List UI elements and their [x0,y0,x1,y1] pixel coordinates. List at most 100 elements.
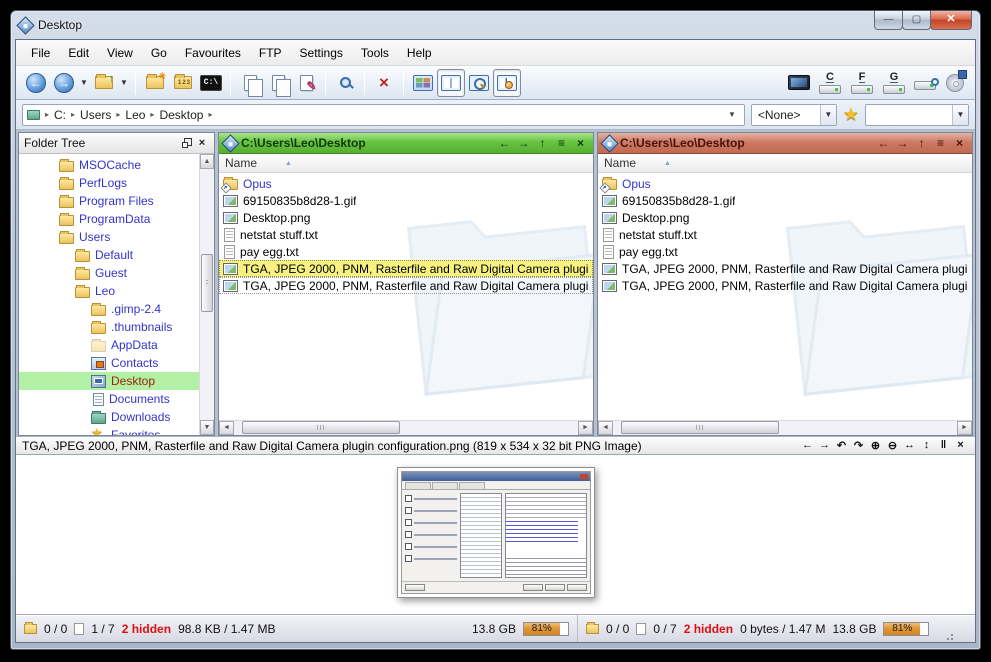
burn-button[interactable] [941,69,969,97]
favorites-star-icon[interactable]: ★ [843,104,859,125]
file-row[interactable]: Desktop.png [219,209,593,226]
drive-f-button[interactable]: F [847,69,877,97]
breadcrumb-segment[interactable]: ▸C: [40,108,66,122]
back-history-dropdown[interactable]: ▼ [78,69,90,97]
desktop-button[interactable] [785,69,813,97]
scroll-down-icon[interactable]: ▼ [200,420,214,435]
resize-grip[interactable] [942,630,954,642]
command-prompt-button[interactable]: C:\ [197,69,225,97]
pane-back-button[interactable]: ← [876,136,891,150]
pane-up-button[interactable]: ↑ [914,136,929,150]
pane-close-button[interactable]: × [573,136,588,150]
tree-item--gimp-2-4[interactable]: .gimp-2.4 [19,300,199,318]
pane-menu-button[interactable]: ≡ [554,136,569,150]
pane-forward-button[interactable]: → [895,136,910,150]
viewer-pane-button[interactable] [493,69,521,97]
find-panel-button[interactable] [465,69,493,97]
maximize-button[interactable]: ▢ [902,11,931,30]
scroll-left-icon[interactable]: ◄ [219,421,234,435]
file-row[interactable]: 69150835b8d28-1.gif [219,192,593,209]
scroll-right-icon[interactable]: ► [578,421,593,435]
go-up-button[interactable]: ↑ [90,69,118,97]
up-dropdown[interactable]: ▼ [118,69,130,97]
tree-item-default[interactable]: Default [19,246,199,264]
forward-button[interactable]: → [50,69,78,97]
menu-item-ftp[interactable]: FTP [250,43,291,63]
edit-button[interactable]: ✎ [292,69,320,97]
tree-item-users[interactable]: Users [19,228,199,246]
file-row[interactable]: TGA, JPEG 2000, PNM, Rasterfile and Raw … [219,277,593,294]
horizontal-scrollbar[interactable]: ◄► [219,420,593,435]
pane-forward-button[interactable]: → [516,136,531,150]
chevron-down-icon[interactable]: ▼ [952,105,968,125]
viewer-rotate-right-button[interactable]: ↷ [850,439,867,452]
file-row[interactable]: TGA, JPEG 2000, PNM, Rasterfile and Raw … [219,260,593,277]
path-breadcrumb[interactable]: ▸C:▸Users▸Leo▸Desktop▸▼ [22,104,745,126]
tree-item-desktop[interactable]: Desktop [19,372,199,390]
minimize-button[interactable]: — [874,11,903,30]
file-row[interactable]: TGA, JPEG 2000, PNM, Rasterfile and Raw … [598,277,972,294]
rename-button[interactable]: 123 [169,69,197,97]
menu-item-view[interactable]: View [98,43,142,63]
tree-item-contacts[interactable]: Contacts [19,354,199,372]
file-row[interactable]: TGA, JPEG 2000, PNM, Rasterfile and Raw … [598,260,972,277]
viewer-zoom-out-button[interactable]: ⊖ [884,439,901,452]
viewer-fit-button[interactable]: ↔ [901,439,918,452]
favorites-dropdown[interactable]: <None> ▼ [751,104,837,126]
pane-up-button[interactable]: ↑ [535,136,550,150]
tree-vertical-scrollbar[interactable]: ▲ ▼ [199,154,214,435]
scrollbar-thumb[interactable] [242,421,400,434]
thumbnails-view-button[interactable] [409,69,437,97]
menu-item-settings[interactable]: Settings [291,43,352,63]
tree-item--thumbnails[interactable]: .thumbnails [19,318,199,336]
menu-item-edit[interactable]: Edit [59,43,98,63]
tree-item-programdata[interactable]: ProgramData [19,210,199,228]
breadcrumb-segment[interactable]: ▸Leo [111,108,145,122]
column-header-name[interactable]: Name▲ [598,154,972,173]
find-drive-button[interactable] [911,69,939,97]
dual-pane-button[interactable] [437,69,465,97]
pane-header-source[interactable]: C:\Users\Leo\Desktop←→↑≡× [219,133,593,154]
scrollbar-track[interactable] [234,421,578,435]
viewer-rotate-left-button[interactable]: ↶ [833,439,850,452]
tree-item-msocache[interactable]: MSOCache [19,156,199,174]
menu-item-go[interactable]: Go [142,43,176,63]
chevron-down-icon[interactable]: ▼ [820,105,836,125]
pane-menu-button[interactable]: ≡ [933,136,948,150]
find-button[interactable] [331,69,359,97]
column-header-name[interactable]: Name▲ [219,154,593,173]
pane-close-button[interactable]: × [952,136,967,150]
new-folder-button[interactable]: ✳ [141,69,169,97]
close-tree-icon[interactable]: × [195,137,209,149]
viewer-zoom-in-button[interactable]: ⊕ [867,439,884,452]
tree-item-program-files[interactable]: Program Files [19,192,199,210]
scrollbar-thumb[interactable] [621,421,779,434]
delete-button[interactable]: × [370,69,398,97]
menu-item-tools[interactable]: Tools [352,43,398,63]
scrollbar-track[interactable] [613,421,957,435]
file-row[interactable]: Desktop.png [598,209,972,226]
viewer-next-button[interactable]: → [816,439,833,452]
file-row[interactable]: netstat stuff.txt [219,226,593,243]
viewer-close-button[interactable]: × [952,439,969,452]
tree-item-favorites[interactable]: Favorites [19,426,199,435]
close-button[interactable]: ✕ [930,11,972,30]
duplicate-button[interactable] [264,69,292,97]
breadcrumb-segment[interactable]: ▸Desktop [145,108,203,122]
viewer-preview-image[interactable] [397,467,595,598]
pane-header-destination[interactable]: C:\Users\Leo\Desktop←→↑≡× [598,133,972,154]
file-row[interactable]: pay egg.txt [219,243,593,260]
viewer-actual-size-button[interactable]: ↕ [918,439,935,452]
tree-item-documents[interactable]: Documents [19,390,199,408]
viewer-pause-button[interactable]: ‖ [935,439,952,452]
filter-dropdown[interactable]: ▼ [865,104,969,126]
back-button[interactable]: ← [22,69,50,97]
menu-item-file[interactable]: File [22,43,59,63]
menu-item-favourites[interactable]: Favourites [176,43,250,63]
file-row[interactable]: Opus [598,175,972,192]
tree-item-leo[interactable]: Leo [19,282,199,300]
copy-button[interactable] [236,69,264,97]
file-row[interactable]: pay egg.txt [598,243,972,260]
unpin-icon[interactable] [181,137,195,149]
scroll-left-icon[interactable]: ◄ [598,421,613,435]
